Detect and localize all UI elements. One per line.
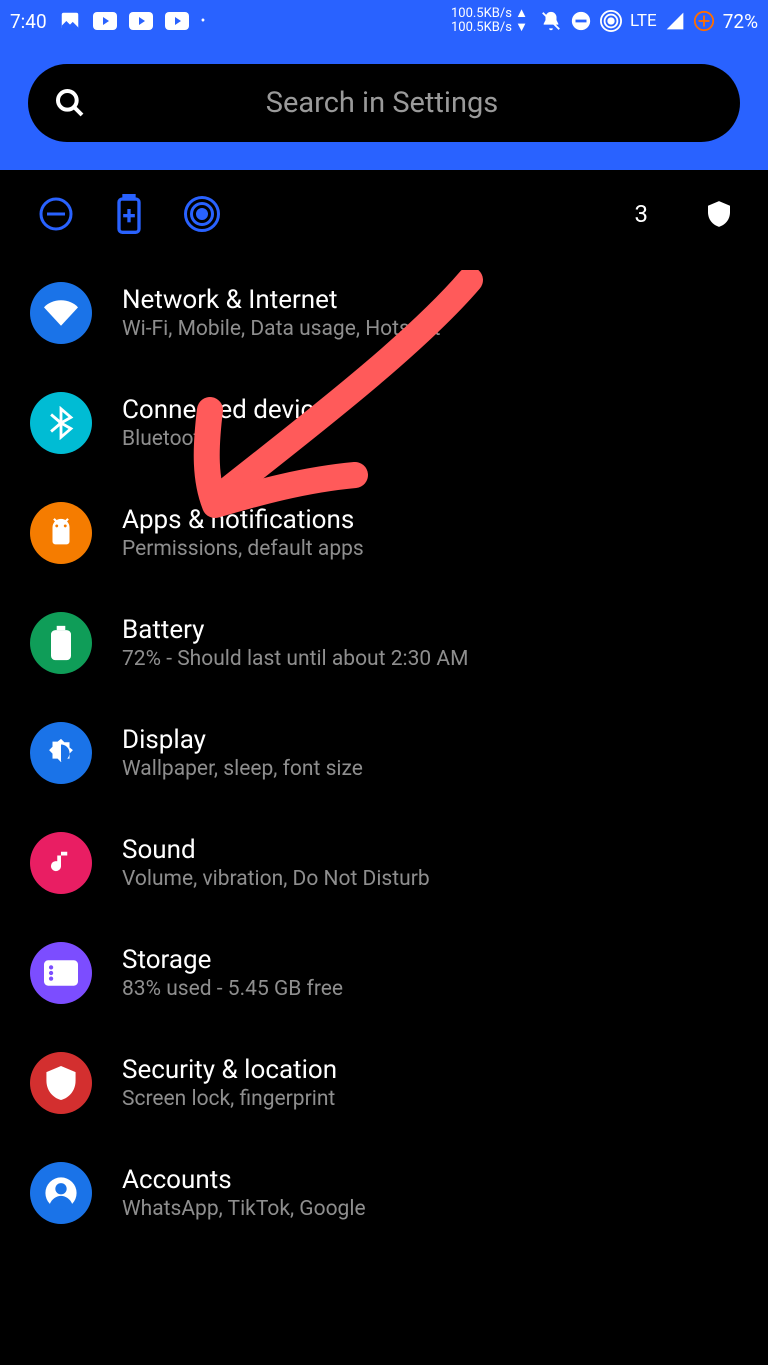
row-title: Network & Internet [122, 285, 441, 315]
search-bar[interactable]: Search in Settings [28, 64, 740, 142]
row-subtitle: WhatsApp, TikTok, Google [122, 1197, 366, 1221]
row-title: Accounts [122, 1165, 366, 1195]
suggestion-count: 3 [635, 200, 649, 228]
dot-icon: • [201, 13, 206, 29]
brightness-icon [30, 722, 92, 784]
settings-list: Network & Internet Wi-Fi, Mobile, Data u… [0, 248, 768, 1258]
row-subtitle: 83% used - 5.45 GB free [122, 977, 343, 1001]
shield-icon[interactable] [708, 201, 730, 227]
youtube-icon [93, 12, 117, 30]
hotspot-outline-icon[interactable] [184, 196, 220, 232]
account-icon [30, 1162, 92, 1224]
row-subtitle: Wi-Fi, Mobile, Data usage, Hotspot [122, 317, 441, 341]
row-apps-notifications[interactable]: Apps & notifications Permissions, defaul… [0, 478, 768, 588]
battery-percent: 72% [723, 10, 758, 33]
row-subtitle: Permissions, default apps [122, 537, 364, 561]
hotspot-icon [600, 10, 622, 32]
shield-icon [30, 1052, 92, 1114]
row-title: Security & location [122, 1055, 337, 1085]
lte-label: LTE [630, 11, 657, 31]
status-bar: 7:40 • 100.5KB/s ▲ 100.5KB/s ▼ LTE [0, 0, 768, 42]
row-title: Battery [122, 615, 468, 645]
storage-icon [30, 942, 92, 1004]
battery-icon [30, 612, 92, 674]
row-title: Connected devices [122, 395, 341, 425]
row-subtitle: Volume, vibration, Do Not Disturb [122, 867, 430, 891]
android-icon [30, 502, 92, 564]
suggestions-row: 3 [0, 170, 768, 248]
row-network-internet[interactable]: Network & Internet Wi-Fi, Mobile, Data u… [0, 258, 768, 368]
row-connected-devices[interactable]: Connected devices Bluetooth [0, 368, 768, 478]
status-time: 7:40 [10, 10, 47, 33]
row-storage[interactable]: Storage 83% used - 5.45 GB free [0, 918, 768, 1028]
row-sound[interactable]: Sound Volume, vibration, Do Not Disturb [0, 808, 768, 918]
row-subtitle: Wallpaper, sleep, font size [122, 757, 363, 781]
row-subtitle: Screen lock, fingerprint [122, 1087, 337, 1111]
row-title: Storage [122, 945, 343, 975]
battery-outline-icon[interactable] [116, 194, 142, 234]
row-title: Apps & notifications [122, 505, 364, 535]
row-title: Sound [122, 835, 430, 865]
row-display[interactable]: Display Wallpaper, sleep, font size [0, 698, 768, 808]
row-security-location[interactable]: Security & location Screen lock, fingerp… [0, 1028, 768, 1138]
signal-icon [665, 11, 685, 31]
youtube-icon [165, 12, 189, 30]
row-subtitle: 72% - Should last until about 2:30 AM [122, 647, 468, 671]
youtube-icon [129, 12, 153, 30]
row-title: Display [122, 725, 363, 755]
dnd-outline-icon[interactable] [38, 196, 74, 232]
dnd-icon [570, 10, 592, 32]
row-battery[interactable]: Battery 72% - Should last until about 2:… [0, 588, 768, 698]
gallery-icon [59, 10, 81, 32]
notifications-off-icon [540, 10, 562, 32]
music-note-icon [30, 832, 92, 894]
row-accounts[interactable]: Accounts WhatsApp, TikTok, Google [0, 1138, 768, 1248]
battery-charging-icon [693, 10, 715, 32]
network-speed: 100.5KB/s ▲ 100.5KB/s ▼ [451, 7, 528, 35]
search-header: Search in Settings [0, 42, 768, 170]
row-subtitle: Bluetooth [122, 427, 341, 451]
bluetooth-icon [30, 392, 92, 454]
wifi-icon [30, 282, 92, 344]
search-placeholder: Search in Settings [50, 86, 714, 120]
